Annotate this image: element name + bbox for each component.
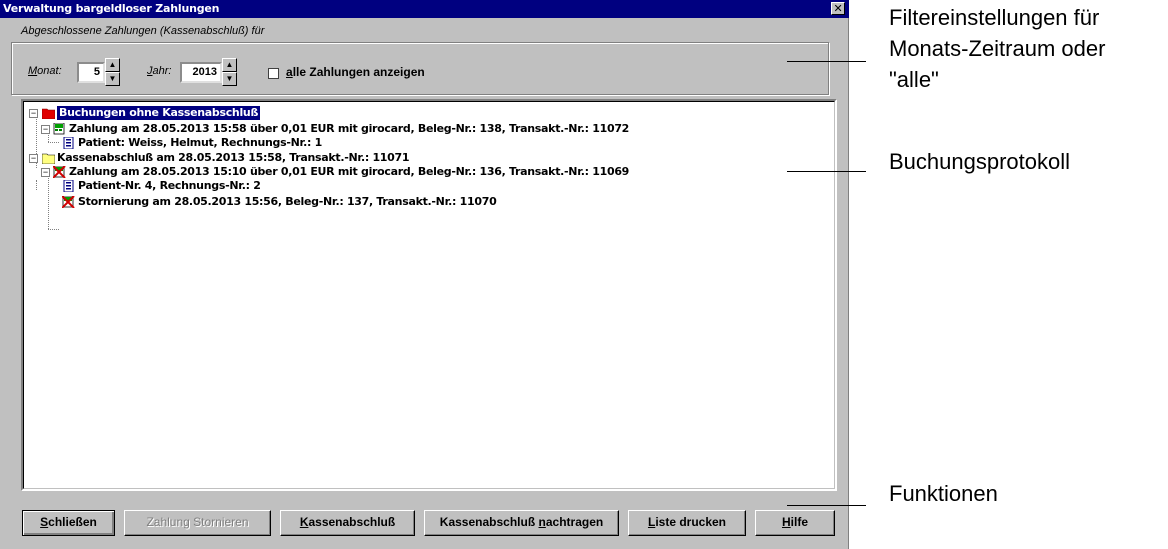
help-button[interactable]: Hilfe xyxy=(755,510,835,536)
red-folder-icon xyxy=(42,108,55,119)
year-spinner[interactable]: ▲ ▼ xyxy=(222,58,237,86)
tree-line xyxy=(48,229,59,230)
cancelled-card-terminal-icon xyxy=(53,166,66,178)
show-all-label[interactable]: alle Zahlungen anzeigen xyxy=(286,65,425,79)
tree-expander[interactable]: − xyxy=(29,109,38,118)
tree-node[interactable]: Zahlung am 28.05.2013 15:10 über 0,01 EU… xyxy=(69,165,629,179)
tree-node[interactable]: Kassenabschluß am 28.05.2013 15:58, Tran… xyxy=(57,151,410,165)
chevron-up-icon[interactable]: ▲ xyxy=(222,58,237,72)
month-label: Monat: xyxy=(28,65,62,77)
dialog-titlebar: Verwaltung bargeldloser Zahlungen ✕ xyxy=(0,0,849,18)
tree-expander[interactable]: − xyxy=(29,154,38,163)
show-all-checkbox[interactable] xyxy=(268,68,279,79)
filter-callout-line xyxy=(787,61,866,62)
tree-inner: − Buchungen ohne Kassenabschluß − Zahlun… xyxy=(23,101,835,489)
cancelled-card-terminal-icon xyxy=(62,196,75,208)
tree-line xyxy=(48,172,49,229)
close-button[interactable]: Schließen xyxy=(22,510,115,536)
booking-protocol-tree[interactable]: − Buchungen ohne Kassenabschluß − Zahlun… xyxy=(21,99,837,491)
tree-node[interactable]: Stornierung am 28.05.2013 15:56, Beleg-N… xyxy=(78,195,497,209)
tree-expander[interactable]: − xyxy=(41,125,50,134)
yellow-folder-icon xyxy=(42,153,55,164)
tree-expander[interactable]: − xyxy=(41,168,50,177)
protocol-callout-line xyxy=(787,171,866,172)
patient-file-icon xyxy=(63,137,74,149)
year-input[interactable]: 2013 xyxy=(180,62,222,83)
green-card-terminal-icon xyxy=(53,123,65,135)
functions-callout-line xyxy=(787,505,866,506)
tree-node[interactable]: Patient-Nr. 4, Rechnungs-Nr.: 2 xyxy=(78,179,261,193)
tree-line xyxy=(48,142,59,143)
add-close-register-button[interactable]: Kassenabschluß nachtragen xyxy=(424,510,619,536)
cancel-payment-button[interactable]: Zahlung Stornieren xyxy=(124,510,271,536)
chevron-down-icon[interactable]: ▼ xyxy=(222,72,237,86)
close-window-button[interactable]: ✕ xyxy=(831,2,845,15)
tree-line xyxy=(36,180,37,190)
close-register-button[interactable]: Kassenabschluß xyxy=(280,510,415,536)
chevron-up-icon[interactable]: ▲ xyxy=(105,58,120,72)
filter-annotation: Filtereinstellungen für Monats-Zeitraum … xyxy=(889,2,1105,95)
protocol-annotation: Buchungsprotokoll xyxy=(889,149,1071,174)
close-icon: ✕ xyxy=(833,2,843,15)
print-list-button[interactable]: Liste drucken xyxy=(628,510,746,536)
chevron-down-icon[interactable]: ▼ xyxy=(105,72,120,86)
month-spinner[interactable]: ▲ ▼ xyxy=(105,58,120,86)
filter-annotation-line: "alle" xyxy=(889,67,939,92)
functions-annotation: Funktionen xyxy=(889,481,998,506)
filter-annotation-line: Filtereinstellungen für xyxy=(889,5,1100,30)
payment-dialog: Verwaltung bargeldloser Zahlungen ✕ Abge… xyxy=(0,0,849,549)
filter-group-label: Abgeschlossene Zahlungen (Kassenabschluß… xyxy=(18,25,268,37)
dialog-title: Verwaltung bargeldloser Zahlungen xyxy=(3,2,220,15)
tree-node[interactable]: Patient: Weiss, Helmut, Rechnungs-Nr.: 1 xyxy=(78,136,322,150)
filter-annotation-line: Monats-Zeitraum oder xyxy=(889,36,1106,61)
tree-node[interactable]: Buchungen ohne Kassenabschluß xyxy=(57,106,261,120)
tree-node[interactable]: Zahlung am 28.05.2013 15:58 über 0,01 EU… xyxy=(69,122,629,136)
month-input[interactable]: 5 xyxy=(77,62,105,83)
patient-file-icon xyxy=(63,180,74,192)
year-label: Jahr: xyxy=(147,65,172,77)
